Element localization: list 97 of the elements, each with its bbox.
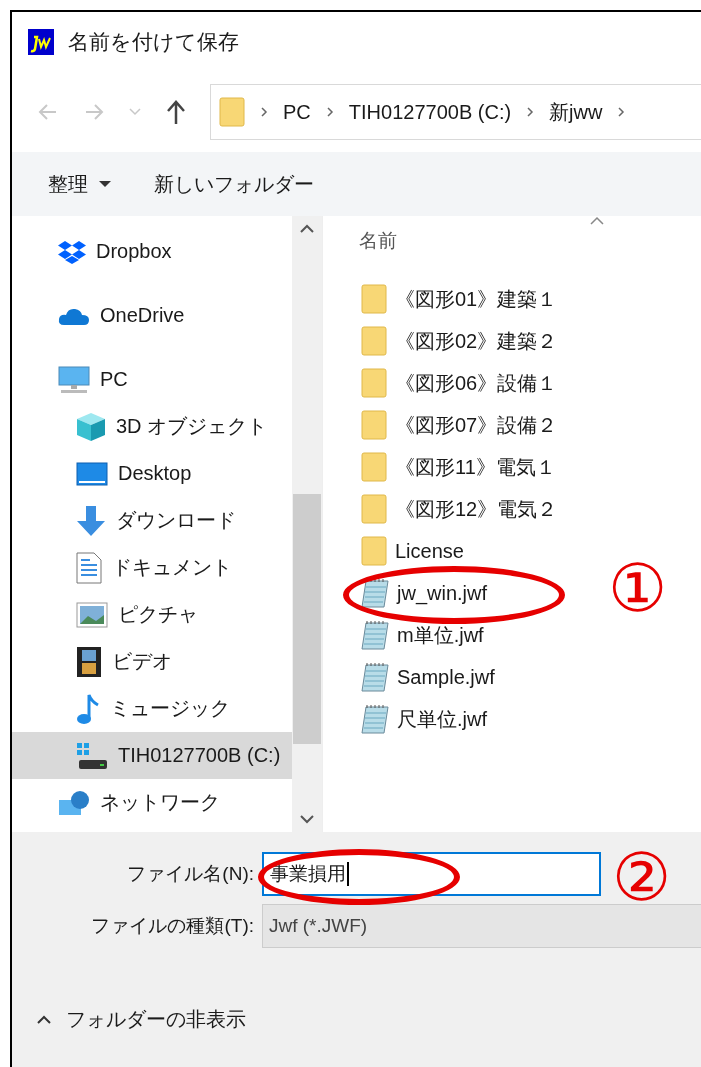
- cube-icon: [76, 411, 106, 442]
- nav-label: ダウンロード: [116, 508, 236, 533]
- scrollbar[interactable]: [292, 216, 322, 832]
- nav-item[interactable]: OneDrive: [12, 292, 292, 339]
- breadcrumb[interactable]: 新jww: [549, 98, 603, 126]
- notepad-icon: [361, 578, 389, 608]
- file-row[interactable]: 《図形11》電気１: [359, 446, 556, 488]
- monitor-icon: [58, 365, 90, 394]
- scroll-thumb[interactable]: [293, 494, 321, 744]
- new-folder-button[interactable]: 新しいフォルダー: [154, 170, 314, 198]
- file-row[interactable]: 《図形01》建築１: [359, 278, 558, 320]
- folder-icon: [219, 97, 245, 127]
- nav-label: ドキュメント: [112, 555, 232, 580]
- nav-label: TIH0127700B (C:): [118, 744, 281, 767]
- nav-item[interactable]: Dropbox: [12, 228, 292, 275]
- folder-icon: [361, 452, 387, 482]
- folder-icon: [361, 536, 387, 566]
- nav-label: Desktop: [118, 462, 192, 485]
- nav-item[interactable]: ピクチャ: [12, 591, 292, 638]
- file-name: 《図形06》設備１: [395, 370, 558, 396]
- folder-icon: [361, 410, 387, 440]
- nav-item[interactable]: ダウンロード: [12, 497, 292, 544]
- sort-caret-icon: [589, 216, 605, 226]
- chevron-up-icon: [36, 1014, 52, 1025]
- folder-icon: [361, 326, 387, 356]
- window-title: 名前を付けて保存: [68, 29, 239, 55]
- annotation-number: ①: [608, 555, 667, 621]
- chevron-right-icon: [259, 106, 269, 118]
- folder-icon: [361, 494, 387, 524]
- file-row[interactable]: Sample.jwf: [359, 656, 495, 698]
- folder-icon: [361, 284, 387, 314]
- file-row[interactable]: m単位.jwf: [359, 614, 484, 656]
- nav-item[interactable]: 3D オブジェクト: [12, 403, 292, 450]
- organize-button[interactable]: 整理: [48, 170, 112, 198]
- caret-icon: [98, 180, 112, 188]
- nav-item[interactable]: PC: [12, 356, 292, 403]
- file-type-dropdown[interactable]: Jwf (*.JWF): [262, 904, 701, 948]
- file-name-field[interactable]: 事業損用: [262, 852, 601, 896]
- nav-item[interactable]: Desktop: [12, 450, 292, 497]
- notepad-icon: [361, 662, 389, 692]
- nav-label: PC: [100, 368, 128, 391]
- file-row[interactable]: 《図形02》建築２: [359, 320, 558, 362]
- file-name: 尺単位.jwf: [397, 706, 487, 732]
- app-logo-icon: [28, 29, 54, 55]
- dropbox-icon: [58, 239, 86, 264]
- breadcrumb[interactable]: PC: [283, 100, 311, 124]
- file-name: 《図形07》設備２: [395, 412, 558, 438]
- column-header[interactable]: 名前: [359, 218, 701, 264]
- nav-label: 3D オブジェクト: [116, 414, 268, 439]
- picture-icon: [76, 601, 108, 628]
- address-bar[interactable]: PC TIH0127700B (C:) 新jww: [210, 84, 701, 140]
- file-row[interactable]: 尺単位.jwf: [359, 698, 487, 740]
- file-row[interactable]: License: [359, 530, 464, 572]
- desktop-icon: [76, 461, 108, 486]
- nav-item[interactable]: ネットワーク: [12, 779, 292, 826]
- scroll-down-icon[interactable]: [299, 814, 315, 824]
- nav-label: ミュージック: [110, 696, 230, 721]
- chevron-right-icon: [616, 106, 627, 118]
- file-type-label: ファイルの種類(T):: [90, 914, 255, 938]
- nav-label: ピクチャ: [118, 602, 198, 627]
- file-name: Sample.jwf: [397, 665, 495, 689]
- music-note-icon: [76, 692, 100, 725]
- scroll-up-icon[interactable]: [299, 224, 315, 234]
- nav-item[interactable]: TIH0127700B (C:): [12, 732, 292, 779]
- hide-folders-button[interactable]: フォルダーの非表示: [36, 1006, 246, 1033]
- file-row[interactable]: 《図形06》設備１: [359, 362, 558, 404]
- nav-item[interactable]: ミュージック: [12, 685, 292, 732]
- chevron-down-icon[interactable]: [128, 107, 142, 117]
- breadcrumb[interactable]: TIH0127700B (C:): [348, 100, 512, 124]
- file-name: jw_win.jwf: [397, 581, 488, 605]
- drive-icon: [76, 741, 108, 770]
- file-row[interactable]: jw_win.jwf: [359, 572, 488, 614]
- file-name: 《図形01》建築１: [395, 286, 558, 312]
- download-arrow-icon: [76, 504, 106, 537]
- file-name-label: ファイル名(N):: [126, 862, 255, 886]
- network-icon: [58, 789, 90, 816]
- notepad-icon: [361, 620, 389, 650]
- nav-label: ビデオ: [112, 649, 172, 674]
- file-row[interactable]: 《図形07》設備２: [359, 404, 558, 446]
- nav-label: Dropbox: [96, 240, 172, 263]
- file-row[interactable]: 《図形12》電気２: [359, 488, 558, 530]
- file-name: 《図形02》建築２: [395, 328, 558, 354]
- file-name: License: [395, 539, 464, 563]
- file-name: 《図形11》電気１: [395, 454, 556, 480]
- notepad-icon: [361, 704, 389, 734]
- up-arrow-icon[interactable]: [164, 99, 188, 125]
- file-name: m単位.jwf: [397, 622, 484, 648]
- folder-icon: [361, 368, 387, 398]
- nav-label: OneDrive: [100, 304, 185, 327]
- chevron-right-icon: [525, 106, 536, 118]
- document-icon: [76, 551, 102, 584]
- nav-item[interactable]: ビデオ: [12, 638, 292, 685]
- film-icon: [76, 645, 102, 678]
- nav-label: ネットワーク: [100, 790, 220, 815]
- chevron-right-icon: [324, 106, 335, 118]
- nav-item[interactable]: ドキュメント: [12, 544, 292, 591]
- file-name: 《図形12》電気２: [395, 496, 558, 522]
